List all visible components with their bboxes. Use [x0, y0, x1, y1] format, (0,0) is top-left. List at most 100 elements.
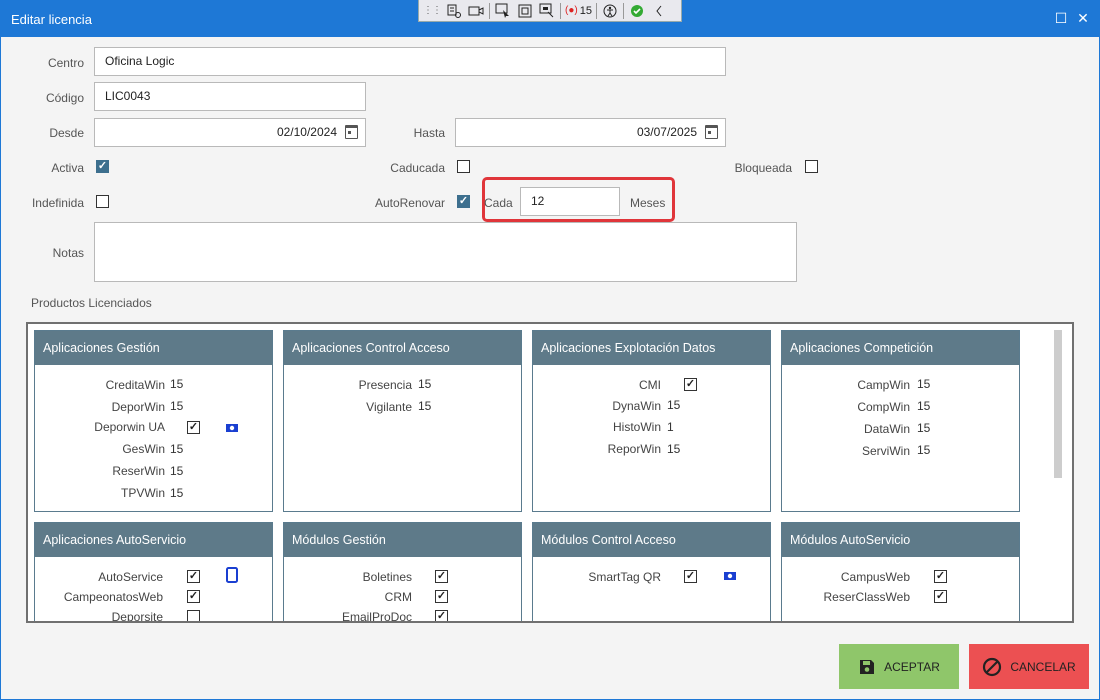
product-row: GesWin — [35, 441, 165, 459]
product-quantity-input[interactable]: 15 — [418, 399, 431, 417]
product-name: DataWin — [863, 422, 910, 436]
bloqueada-checkbox[interactable] — [805, 160, 818, 173]
maximize-button[interactable]: ☐ — [1051, 8, 1071, 28]
activa-checkbox[interactable] — [96, 160, 109, 173]
accept-button[interactable]: ACEPTAR — [839, 644, 959, 689]
product-name: Deporwin UA — [94, 420, 165, 434]
product-quantity-input[interactable]: 15 — [418, 377, 431, 395]
product-quantity-input[interactable]: 15 — [170, 486, 183, 504]
cada-input[interactable]: 12 — [520, 187, 620, 216]
separator — [489, 2, 490, 19]
card-title: Aplicaciones AutoServicio — [35, 523, 272, 557]
binding-failures-icon: (●) — [565, 5, 578, 16]
product-quantity-input[interactable]: 15 — [917, 377, 930, 395]
collapse-chevron-icon[interactable] — [650, 2, 668, 20]
binding-failures[interactable]: (●) 15 — [565, 2, 592, 20]
product-name: ReserClassWeb — [823, 590, 910, 604]
productos-panel: Aplicaciones Gestión CreditaWin 15 Depor… — [26, 322, 1074, 623]
scrollbar-thumb[interactable] — [1054, 330, 1062, 478]
activa-label: Activa — [51, 161, 84, 175]
select-element-icon[interactable] — [494, 2, 512, 20]
product-quantity-input[interactable]: 15 — [667, 442, 680, 460]
centro-label: Centro — [47, 56, 84, 70]
close-button[interactable]: ✕ — [1073, 8, 1093, 28]
separator — [595, 2, 597, 19]
hot-reload-icon[interactable] — [628, 2, 646, 20]
product-name: ReporWin — [607, 442, 661, 456]
card-aplicaciones-gestion: Aplicaciones Gestión CreditaWin 15 Depor… — [34, 330, 273, 512]
product-checkbox[interactable] — [435, 610, 448, 621]
cancel-icon — [983, 657, 1002, 676]
cancel-button[interactable]: CANCELAR — [969, 644, 1089, 689]
product-name: Vigilante — [366, 400, 412, 414]
indefinida-checkbox[interactable] — [96, 195, 109, 208]
money-icon[interactable] — [225, 422, 239, 434]
product-row: Presencia — [284, 377, 412, 395]
hasta-label: Hasta — [413, 126, 445, 140]
product-quantity-input[interactable]: 15 — [667, 398, 680, 416]
product-row: CreditaWin — [35, 377, 165, 395]
product-quantity-input[interactable]: 15 — [170, 464, 183, 482]
money-icon[interactable] — [723, 570, 737, 582]
product-checkbox[interactable] — [435, 590, 448, 603]
notas-textarea[interactable] — [94, 222, 797, 282]
product-name: TPVWin — [120, 486, 165, 500]
caducada-checkbox[interactable] — [457, 160, 470, 173]
product-quantity-input[interactable]: 15 — [917, 399, 930, 417]
codigo-input[interactable]: LIC0043 — [94, 82, 366, 111]
product-quantity-input[interactable]: 15 — [170, 377, 183, 395]
product-checkbox[interactable] — [684, 378, 697, 391]
hasta-date-picker[interactable]: 03/07/2025 — [455, 118, 726, 147]
product-quantity-input[interactable]: 1 — [667, 420, 674, 438]
product-name: HistoWin — [612, 420, 661, 434]
product-row: Boletines — [284, 569, 412, 587]
adorner-icon[interactable] — [516, 2, 534, 20]
product-row: EmailProDoc — [284, 609, 412, 621]
cada-label: Cada — [484, 196, 513, 210]
product-checkbox[interactable] — [187, 610, 200, 621]
product-quantity-input[interactable]: 15 — [170, 442, 183, 460]
drag-grip-icon[interactable]: ⋮⋮ — [423, 2, 442, 20]
product-quantity-input[interactable]: 15 — [917, 421, 930, 439]
product-row: DynaWin — [533, 398, 661, 416]
card-aplicaciones-control-acceso: Aplicaciones Control Acceso Presencia 15… — [283, 330, 522, 512]
autorenovar-checkbox[interactable] — [457, 195, 470, 208]
tablet-icon[interactable] — [226, 567, 238, 583]
product-name: CRM — [384, 590, 412, 604]
desde-date-picker[interactable]: 02/10/2024 — [94, 118, 366, 147]
product-checkbox[interactable] — [934, 590, 947, 603]
product-checkbox[interactable] — [684, 570, 697, 583]
notas-label: Notas — [52, 246, 84, 260]
caducada-label: Caducada — [390, 161, 445, 175]
card-modulos-gestion: Módulos Gestión Boletines CRM EmailProDo… — [283, 522, 522, 621]
product-name: Deporsite — [111, 610, 163, 623]
product-name: Boletines — [362, 570, 412, 584]
product-name: CompWin — [857, 400, 910, 414]
card-title: Módulos Gestión — [284, 523, 521, 557]
product-checkbox[interactable] — [435, 570, 448, 583]
product-checkbox[interactable] — [187, 421, 200, 434]
video-icon[interactable] — [467, 2, 485, 20]
centro-input[interactable]: Oficina Logic — [94, 47, 726, 76]
product-name: CampusWeb — [840, 570, 910, 584]
codigo-label: Código — [45, 91, 84, 105]
track-focus-icon[interactable] — [538, 2, 556, 20]
card-title: Módulos Control Acceso — [533, 523, 770, 557]
calendar-icon[interactable] — [705, 125, 718, 139]
product-quantity-input[interactable]: 15 — [917, 443, 930, 461]
hasta-value: 03/07/2025 — [636, 125, 697, 139]
product-quantity-input[interactable]: 15 — [170, 399, 183, 417]
card-title: Aplicaciones Explotación Datos — [533, 331, 770, 365]
product-row: CampeonatosWeb — [35, 589, 163, 607]
live-tree-icon[interactable] — [445, 2, 463, 20]
vertical-scrollbar[interactable] — [1054, 330, 1062, 620]
accessibility-icon[interactable] — [601, 2, 619, 20]
calendar-icon[interactable] — [345, 125, 358, 139]
product-row: Vigilante — [284, 399, 412, 417]
product-checkbox[interactable] — [187, 570, 200, 583]
product-row: AutoService — [35, 569, 163, 587]
card-title: Aplicaciones Competición — [782, 331, 1019, 365]
binding-failures-count: 15 — [579, 4, 592, 17]
product-checkbox[interactable] — [187, 590, 200, 603]
product-checkbox[interactable] — [934, 570, 947, 583]
